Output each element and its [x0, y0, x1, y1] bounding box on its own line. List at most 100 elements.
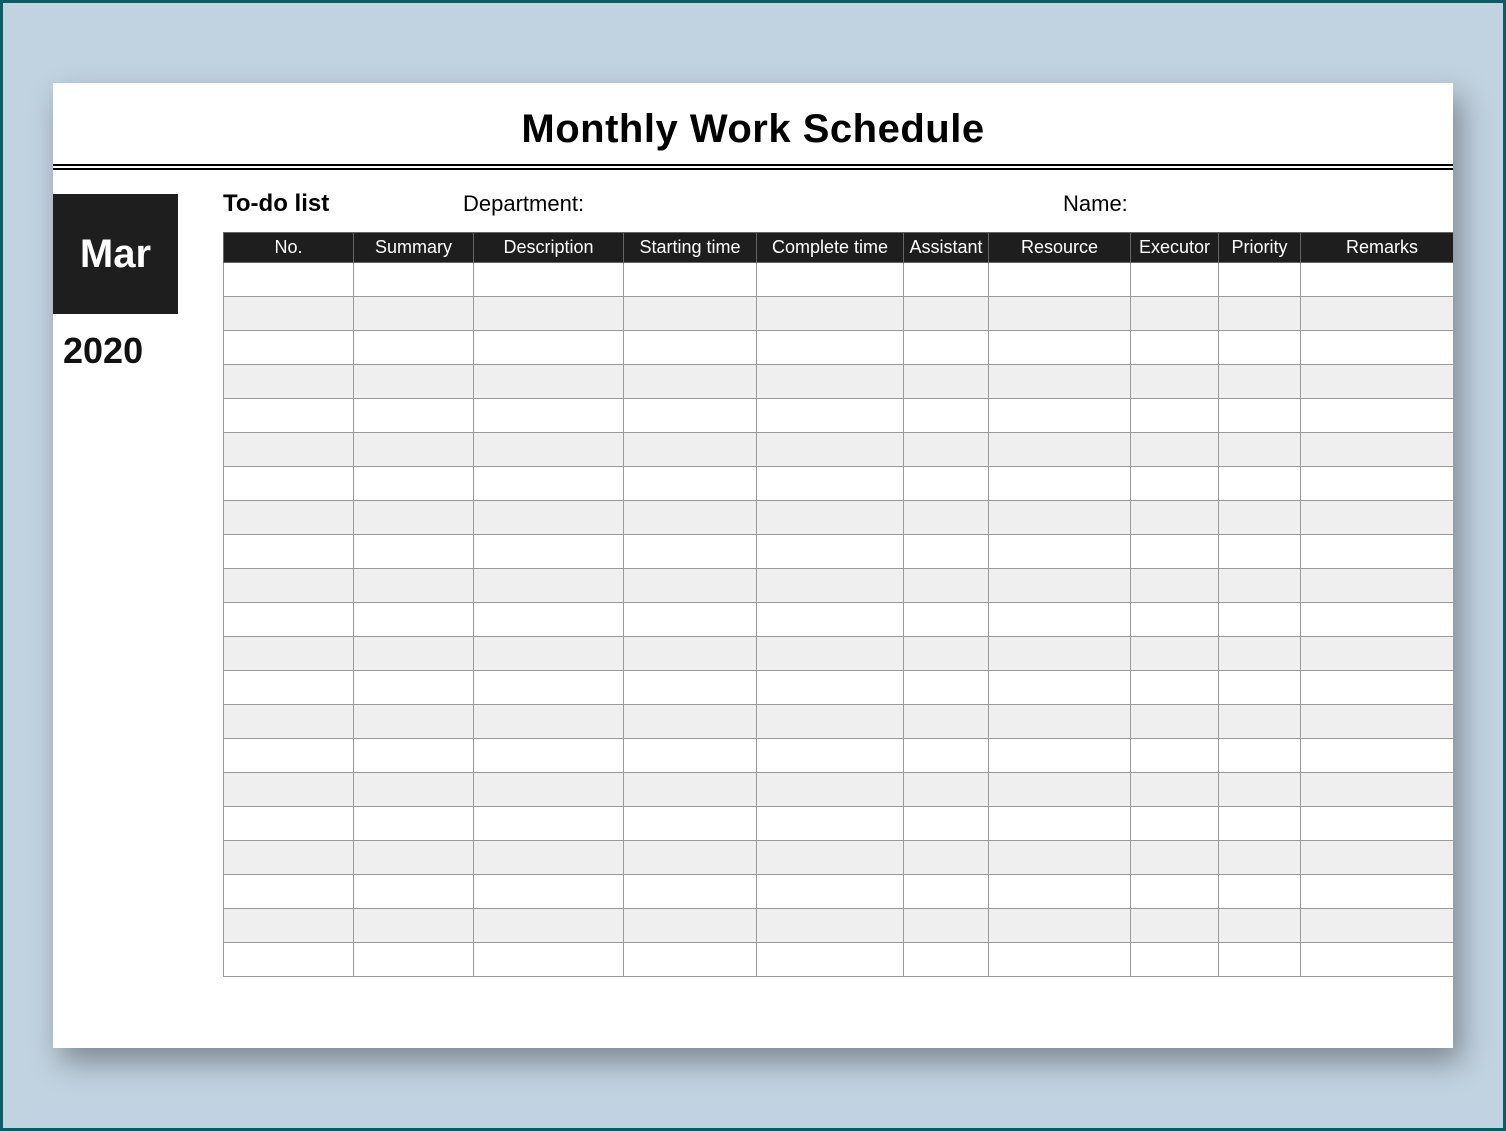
- table-cell[interactable]: [1219, 807, 1301, 841]
- table-cell[interactable]: [1131, 773, 1219, 807]
- table-cell[interactable]: [624, 637, 757, 671]
- table-cell[interactable]: [474, 807, 624, 841]
- table-cell[interactable]: [224, 875, 354, 909]
- table-cell[interactable]: [1301, 671, 1454, 705]
- table-cell[interactable]: [474, 433, 624, 467]
- table-cell[interactable]: [989, 297, 1131, 331]
- table-cell[interactable]: [1131, 705, 1219, 739]
- table-cell[interactable]: [624, 671, 757, 705]
- table-cell[interactable]: [354, 773, 474, 807]
- table-cell[interactable]: [989, 875, 1131, 909]
- table-cell[interactable]: [354, 297, 474, 331]
- table-row[interactable]: [224, 331, 1454, 365]
- table-cell[interactable]: [757, 331, 904, 365]
- table-row[interactable]: [224, 841, 1454, 875]
- table-row[interactable]: [224, 569, 1454, 603]
- table-cell[interactable]: [757, 603, 904, 637]
- table-cell[interactable]: [1219, 399, 1301, 433]
- table-cell[interactable]: [224, 807, 354, 841]
- table-cell[interactable]: [757, 807, 904, 841]
- table-row[interactable]: [224, 773, 1454, 807]
- table-cell[interactable]: [354, 841, 474, 875]
- table-cell[interactable]: [474, 501, 624, 535]
- table-cell[interactable]: [224, 535, 354, 569]
- table-cell[interactable]: [474, 739, 624, 773]
- table-cell[interactable]: [989, 637, 1131, 671]
- table-cell[interactable]: [904, 331, 989, 365]
- table-cell[interactable]: [1219, 909, 1301, 943]
- table-cell[interactable]: [624, 365, 757, 399]
- table-cell[interactable]: [224, 909, 354, 943]
- table-cell[interactable]: [1219, 331, 1301, 365]
- table-cell[interactable]: [1301, 399, 1454, 433]
- table-cell[interactable]: [354, 535, 474, 569]
- table-cell[interactable]: [989, 909, 1131, 943]
- table-cell[interactable]: [1219, 637, 1301, 671]
- table-cell[interactable]: [757, 399, 904, 433]
- table-cell[interactable]: [224, 739, 354, 773]
- table-cell[interactable]: [989, 399, 1131, 433]
- table-cell[interactable]: [757, 433, 904, 467]
- table-row[interactable]: [224, 807, 1454, 841]
- table-cell[interactable]: [224, 399, 354, 433]
- table-cell[interactable]: [904, 297, 989, 331]
- table-row[interactable]: [224, 399, 1454, 433]
- table-cell[interactable]: [1301, 331, 1454, 365]
- table-cell[interactable]: [1301, 603, 1454, 637]
- table-cell[interactable]: [757, 671, 904, 705]
- table-cell[interactable]: [624, 433, 757, 467]
- table-cell[interactable]: [989, 841, 1131, 875]
- table-cell[interactable]: [904, 467, 989, 501]
- table-cell[interactable]: [624, 501, 757, 535]
- table-cell[interactable]: [1219, 603, 1301, 637]
- table-cell[interactable]: [354, 807, 474, 841]
- table-cell[interactable]: [624, 909, 757, 943]
- table-cell[interactable]: [757, 705, 904, 739]
- table-cell[interactable]: [474, 365, 624, 399]
- table-cell[interactable]: [624, 841, 757, 875]
- table-cell[interactable]: [989, 671, 1131, 705]
- table-cell[interactable]: [474, 569, 624, 603]
- table-cell[interactable]: [989, 331, 1131, 365]
- table-row[interactable]: [224, 875, 1454, 909]
- table-cell[interactable]: [989, 739, 1131, 773]
- table-cell[interactable]: [1131, 399, 1219, 433]
- table-cell[interactable]: [224, 501, 354, 535]
- table-cell[interactable]: [757, 637, 904, 671]
- table-cell[interactable]: [1131, 535, 1219, 569]
- table-cell[interactable]: [624, 467, 757, 501]
- table-cell[interactable]: [474, 331, 624, 365]
- table-cell[interactable]: [1131, 943, 1219, 977]
- table-cell[interactable]: [1219, 875, 1301, 909]
- table-cell[interactable]: [989, 501, 1131, 535]
- table-cell[interactable]: [474, 263, 624, 297]
- table-row[interactable]: [224, 535, 1454, 569]
- table-cell[interactable]: [474, 773, 624, 807]
- table-cell[interactable]: [1131, 807, 1219, 841]
- table-cell[interactable]: [224, 773, 354, 807]
- table-cell[interactable]: [624, 705, 757, 739]
- table-cell[interactable]: [354, 603, 474, 637]
- table-row[interactable]: [224, 365, 1454, 399]
- table-cell[interactable]: [757, 501, 904, 535]
- table-cell[interactable]: [989, 603, 1131, 637]
- table-cell[interactable]: [757, 739, 904, 773]
- table-cell[interactable]: [1131, 433, 1219, 467]
- table-cell[interactable]: [904, 807, 989, 841]
- table-cell[interactable]: [224, 569, 354, 603]
- table-cell[interactable]: [624, 603, 757, 637]
- table-cell[interactable]: [1219, 501, 1301, 535]
- table-cell[interactable]: [224, 467, 354, 501]
- table-cell[interactable]: [904, 943, 989, 977]
- table-cell[interactable]: [1131, 603, 1219, 637]
- table-cell[interactable]: [624, 263, 757, 297]
- table-cell[interactable]: [474, 705, 624, 739]
- table-cell[interactable]: [1301, 297, 1454, 331]
- table-cell[interactable]: [1131, 501, 1219, 535]
- table-cell[interactable]: [474, 297, 624, 331]
- table-cell[interactable]: [1219, 433, 1301, 467]
- table-row[interactable]: [224, 501, 1454, 535]
- table-row[interactable]: [224, 909, 1454, 943]
- table-cell[interactable]: [904, 399, 989, 433]
- table-cell[interactable]: [474, 841, 624, 875]
